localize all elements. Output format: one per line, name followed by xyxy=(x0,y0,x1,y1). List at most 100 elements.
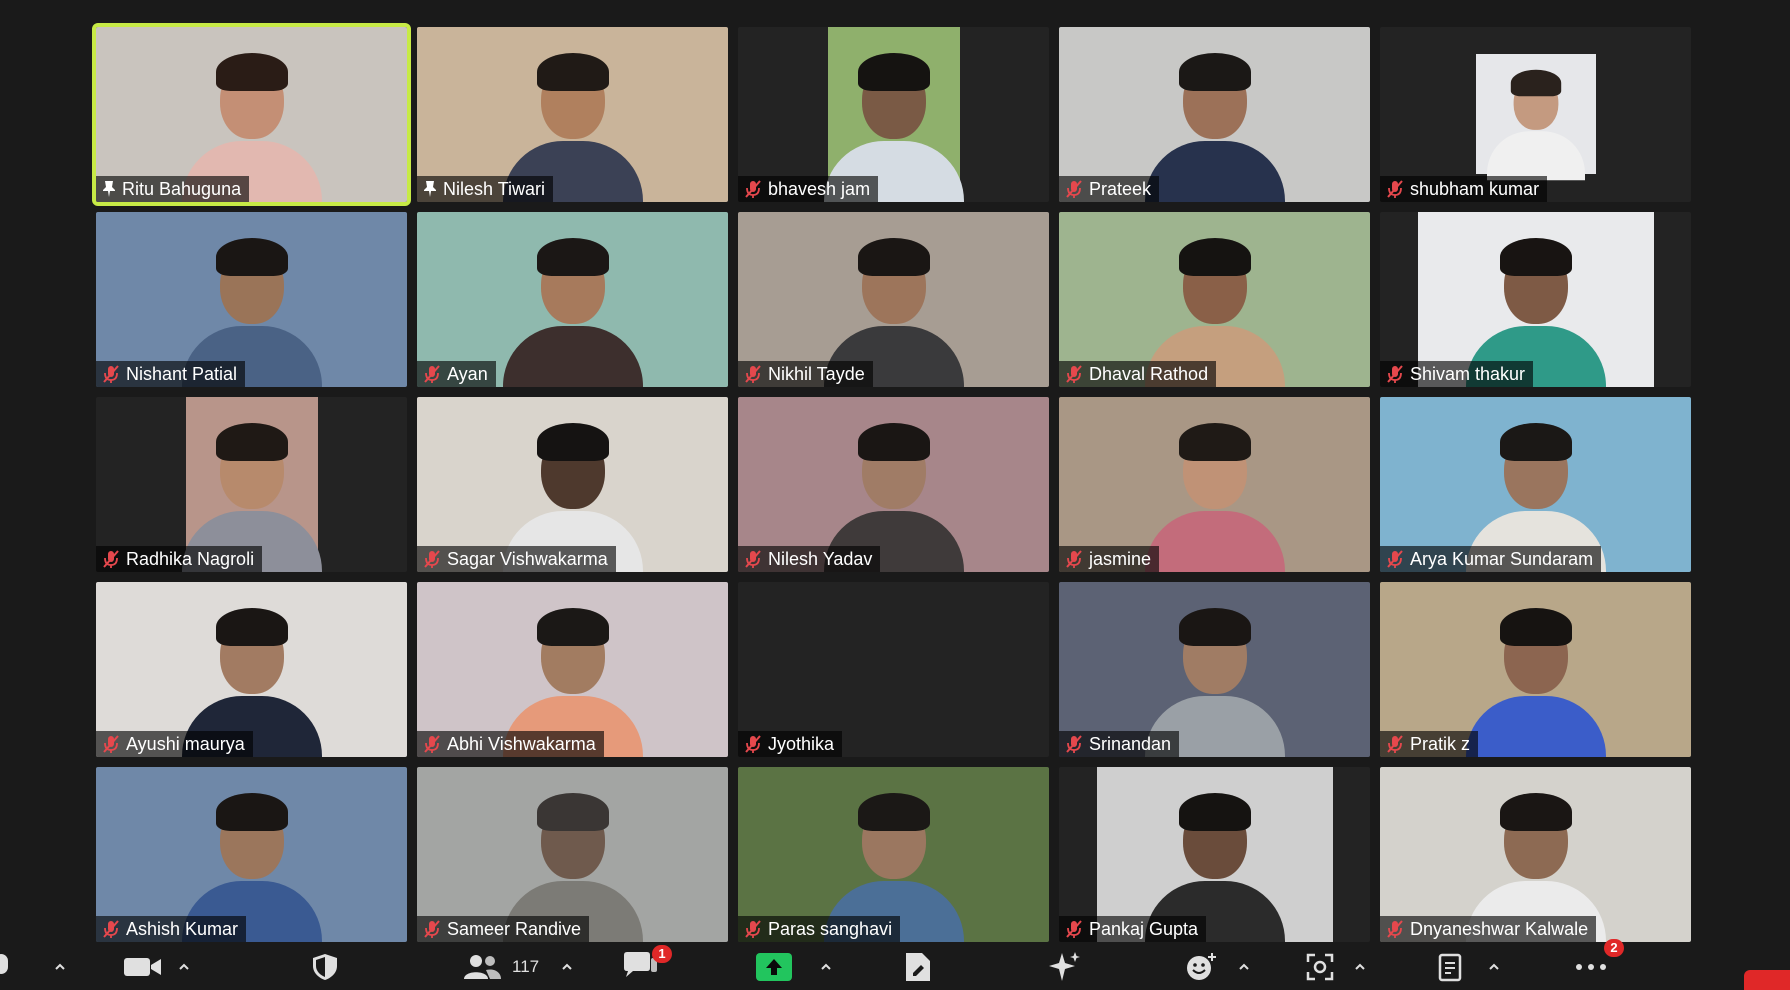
participant-name: Ayushi maurya xyxy=(126,734,245,754)
participant-name: Ashish Kumar xyxy=(126,919,239,939)
participant-name-tag: Ayan xyxy=(417,361,496,387)
muted-microphone-icon xyxy=(424,735,440,753)
participant-name: Shivam thakur xyxy=(1410,364,1526,384)
sparkle-icon xyxy=(1049,952,1080,981)
participant-tile[interactable]: Prateek xyxy=(1059,27,1370,202)
participant-tile[interactable]: Abhi Vishwakarma xyxy=(417,582,728,757)
participant-name: Dhaval Rathod xyxy=(1089,364,1209,384)
muted-microphone-icon xyxy=(424,920,440,938)
muted-microphone-icon xyxy=(745,550,761,568)
muted-microphone-icon xyxy=(1387,180,1403,198)
participant-name-tag: Srinandan xyxy=(1059,731,1180,757)
video-camera-icon xyxy=(124,958,161,976)
participant-name: Paras sanghavi xyxy=(768,919,893,939)
chevron-up-icon[interactable] xyxy=(54,961,66,973)
more-dots-icon xyxy=(1576,964,1606,970)
participant-tile[interactable]: Pratik z xyxy=(1380,582,1691,757)
more-icon-wrap: 2 xyxy=(1574,939,1624,977)
muted-microphone-icon xyxy=(103,365,119,383)
clipboard-icon xyxy=(1438,953,1462,982)
participant-name-tag: bhavesh jam xyxy=(738,176,879,202)
participant-tile[interactable]: Nikhil Tayde xyxy=(738,212,1049,387)
participant-tile[interactable]: Radhika Nagroli xyxy=(96,397,407,572)
participant-name-tag: jasmine xyxy=(1059,546,1160,572)
video-control[interactable] xyxy=(124,944,190,990)
participant-tile[interactable]: Nilesh Tiwari xyxy=(417,27,728,202)
participant-tile[interactable]: Dnyaneshwar Kalwale xyxy=(1380,767,1691,942)
muted-microphone-icon xyxy=(1387,920,1403,938)
participant-name: Pratik z xyxy=(1410,734,1471,754)
chevron-up-icon[interactable] xyxy=(1488,961,1500,973)
participant-name-tag: Nilesh Tiwari xyxy=(417,176,554,202)
audio-control[interactable] xyxy=(0,944,66,990)
reactions-button[interactable] xyxy=(1186,944,1250,990)
participant-tile[interactable]: Ayushi maurya xyxy=(96,582,407,757)
participant-tile[interactable]: Arya Kumar Sundaram xyxy=(1380,397,1691,572)
muted-microphone-icon xyxy=(1066,920,1082,938)
participant-tile[interactable]: Dhaval Rathod xyxy=(1059,212,1370,387)
whiteboard-button[interactable] xyxy=(1438,944,1500,990)
participant-name-tag: Abhi Vishwakarma xyxy=(417,731,604,757)
apps-icon xyxy=(1306,953,1334,981)
participant-tile[interactable]: shubham kumar xyxy=(1380,27,1691,202)
participant-name-tag: Ashish Kumar xyxy=(96,916,247,942)
participant-tile[interactable]: Ritu Bahuguna xyxy=(92,23,411,206)
muted-microphone-icon xyxy=(1066,180,1082,198)
chevron-up-icon[interactable] xyxy=(178,961,190,973)
apps-button[interactable] xyxy=(1306,944,1366,990)
security-button[interactable] xyxy=(312,944,338,990)
muted-microphone-icon xyxy=(1387,365,1403,383)
shield-icon xyxy=(313,954,337,980)
participant-tile[interactable]: jasmine xyxy=(1059,397,1370,572)
participant-tile[interactable]: Sameer Randive xyxy=(417,767,728,942)
more-badge: 2 xyxy=(1604,939,1624,957)
video-feed xyxy=(1475,54,1596,181)
participant-name: shubham kumar xyxy=(1410,179,1540,199)
muted-microphone-icon xyxy=(745,735,761,753)
muted-microphone-icon xyxy=(103,550,119,568)
participant-name-tag: Paras sanghavi xyxy=(738,916,901,942)
participant-tile[interactable]: Nishant Patial xyxy=(96,212,407,387)
participant-name: Jyothika xyxy=(768,734,835,754)
people-icon xyxy=(464,955,501,979)
chevron-up-icon[interactable] xyxy=(561,961,573,973)
participant-tile[interactable]: Nilesh Yadav xyxy=(738,397,1049,572)
participants-button[interactable]: 117 xyxy=(464,944,573,990)
participant-tile[interactable]: Ashish Kumar xyxy=(96,767,407,942)
muted-microphone-icon xyxy=(745,920,761,938)
muted-microphone-icon xyxy=(1387,550,1403,568)
participant-tile[interactable]: Jyothika xyxy=(738,582,1049,757)
participant-tile[interactable]: bhavesh jam xyxy=(738,27,1049,202)
document-edit-icon xyxy=(906,953,930,981)
chevron-up-icon[interactable] xyxy=(1238,961,1250,973)
chevron-up-icon[interactable] xyxy=(820,961,832,973)
ai-companion-button[interactable] xyxy=(1048,944,1082,990)
participant-tile[interactable]: Shivam thakur xyxy=(1380,212,1691,387)
muted-microphone-icon xyxy=(1387,735,1403,753)
participant-tile[interactable]: Pankaj Gupta xyxy=(1059,767,1370,942)
participant-name: Abhi Vishwakarma xyxy=(447,734,596,754)
notes-button[interactable] xyxy=(904,944,932,990)
participant-tile[interactable]: Ayan xyxy=(417,212,728,387)
participant-name-tag: Sagar Vishwakarma xyxy=(417,546,616,572)
participant-name-tag: Dnyaneshwar Kalwale xyxy=(1380,916,1597,942)
participant-name-tag: Nikhil Tayde xyxy=(738,361,873,387)
chevron-up-icon[interactable] xyxy=(1354,961,1366,973)
muted-microphone-icon xyxy=(1066,735,1082,753)
participant-name: jasmine xyxy=(1089,549,1152,569)
participant-name-tag: Jyothika xyxy=(738,731,843,757)
chat-button[interactable]: 1 xyxy=(622,944,672,990)
participant-name: Nilesh Yadav xyxy=(768,549,873,569)
participant-name-tag: Arya Kumar Sundaram xyxy=(1380,546,1602,572)
more-button[interactable]: 2 xyxy=(1574,939,1624,990)
participant-tile[interactable]: Srinandan xyxy=(1059,582,1370,757)
participant-name: bhavesh jam xyxy=(768,179,871,199)
participant-tile[interactable]: Paras sanghavi xyxy=(738,767,1049,942)
participant-name: Sagar Vishwakarma xyxy=(447,549,608,569)
participant-tile[interactable]: Sagar Vishwakarma xyxy=(417,397,728,572)
participant-name-tag: Pankaj Gupta xyxy=(1059,916,1207,942)
end-meeting-button[interactable] xyxy=(1744,970,1790,990)
participant-name-tag: Prateek xyxy=(1059,176,1160,202)
share-screen-button[interactable] xyxy=(756,944,832,990)
participant-name-tag: Ayushi maurya xyxy=(96,731,253,757)
